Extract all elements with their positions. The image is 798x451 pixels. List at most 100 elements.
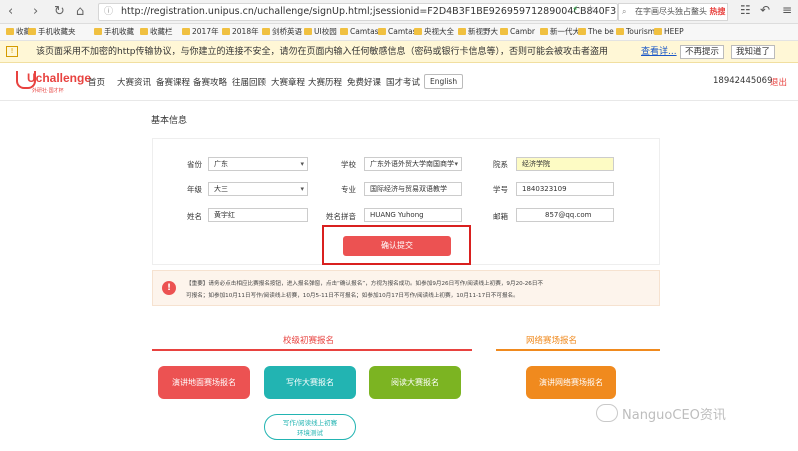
user-phone: 18942445069 bbox=[713, 76, 773, 86]
nav-home[interactable]: 首页 bbox=[88, 76, 105, 88]
bookmark-item[interactable]: 新一代大 bbox=[540, 24, 580, 40]
nav-free-courses[interactable]: 免费好课 bbox=[347, 76, 381, 88]
bookmark-item[interactable]: Tourism bbox=[616, 24, 655, 40]
bookmark-item[interactable]: 收藏栏 bbox=[140, 24, 173, 40]
lightning-icon[interactable]: ⚡ bbox=[572, 5, 578, 15]
bookmark-label: Camtas bbox=[388, 27, 417, 36]
warning-text: 该页面采用不加密的http传输协议，与你建立的连接不安全，请勿在页面内输入任何敏… bbox=[36, 47, 608, 57]
college-input[interactable]: 经济学院 bbox=[516, 157, 614, 171]
url-text: http://registration.unipus.cn/uchallenge… bbox=[121, 6, 617, 17]
nav-news[interactable]: 大赛资讯 bbox=[117, 76, 151, 88]
nav-strategy[interactable]: 备赛攻略 bbox=[193, 76, 227, 88]
environment-test-button[interactable]: 写作/阅读线上初赛 环境测试 bbox=[264, 414, 356, 440]
menu-icon[interactable]: ≡ bbox=[782, 3, 792, 17]
insecure-warning-bar: ! 该页面采用不加密的http传输协议，与你建立的连接不安全，请勿在页面内输入任… bbox=[0, 41, 798, 63]
hot-tag: 热搜 bbox=[709, 7, 726, 16]
forward-icon[interactable]: › bbox=[33, 4, 38, 20]
bookmark-label: 新视野大 bbox=[468, 27, 498, 36]
pinyin-input[interactable]: HUANG Yuhong bbox=[364, 208, 462, 222]
home-icon[interactable]: ⌂ bbox=[76, 4, 84, 20]
student-id-label: 学号 bbox=[493, 185, 508, 194]
school-select[interactable]: 广东外语外贸大学南国商学 bbox=[364, 157, 462, 171]
nav-rules[interactable]: 大赛章程 bbox=[271, 76, 305, 88]
bookmark-item[interactable]: UI校园 bbox=[304, 24, 337, 40]
bookmark-item[interactable]: 新视野大 bbox=[458, 24, 498, 40]
bookmark-item[interactable]: 2017年 bbox=[182, 24, 219, 40]
bookmark-item[interactable]: 手机收藏 bbox=[94, 24, 134, 40]
college-label: 院系 bbox=[493, 160, 508, 169]
english-button[interactable]: English bbox=[424, 74, 464, 89]
bookmark-label: 手机收藏 bbox=[104, 27, 134, 36]
major-label: 专业 bbox=[341, 185, 356, 194]
folder-icon bbox=[182, 28, 190, 35]
notice-line-2: 可报名；如参加10月11日写作/阅读线上初赛，10月5-11日不可报名；如参加1… bbox=[186, 293, 519, 299]
folder-icon bbox=[616, 28, 624, 35]
confirm-submit-button[interactable]: 确认提交 bbox=[343, 236, 451, 256]
star-icon[interactable]: ☆ bbox=[586, 4, 595, 15]
folder-icon bbox=[94, 28, 102, 35]
address-bar[interactable]: ⓘ http://registration.unipus.cn/uchallen… bbox=[98, 3, 618, 21]
logo-text[interactable]: Uchallenge bbox=[27, 71, 91, 85]
bookmark-label: 2018年 bbox=[232, 27, 259, 36]
bookmark-item[interactable]: 剑桥英语 bbox=[262, 24, 302, 40]
test-button-line-1: 写作/阅读线上初赛 bbox=[282, 419, 338, 427]
site-header: Uchallenge 外研社·国才杯 首页 大赛资讯 备赛课程 备赛攻略 往届回… bbox=[0, 63, 798, 101]
bookmark-item[interactable]: Cambr bbox=[500, 24, 535, 40]
grade-select[interactable]: 大三 bbox=[208, 182, 308, 196]
nav-exam[interactable]: 国才考试 bbox=[386, 76, 420, 88]
notice-box: ! 【重要】请务必点击相应比赛报名按钮，进入报名弹窗，点击“确认报名”，方视为报… bbox=[152, 270, 660, 306]
alert-icon: ! bbox=[162, 281, 176, 295]
province-select[interactable]: 广东 bbox=[208, 157, 308, 171]
bookmark-item[interactable]: 手机收藏夹 bbox=[28, 24, 76, 40]
name-label: 姓名 bbox=[187, 212, 202, 221]
bookmark-item[interactable]: HEEP bbox=[654, 24, 684, 40]
speech-ground-signup-button[interactable]: 演讲地面赛场报名 bbox=[158, 366, 250, 399]
bookmark-label: 新一代大 bbox=[550, 27, 580, 36]
folder-icon bbox=[262, 28, 270, 35]
got-it-button[interactable]: 我知道了 bbox=[731, 45, 776, 59]
bookmark-item[interactable]: Camtas bbox=[378, 24, 417, 40]
test-button-line-2: 环境测试 bbox=[297, 429, 323, 437]
search-input[interactable]: ⌕ 在字画尽头独占鳌头 热搜 bbox=[618, 3, 728, 21]
bookmark-label: The be bbox=[588, 27, 614, 36]
back-icon[interactable]: ‹ bbox=[8, 4, 13, 20]
student-id-input[interactable]: 1840323109 bbox=[516, 182, 614, 196]
writing-signup-button[interactable]: 写作大赛报名 bbox=[264, 366, 356, 399]
online-section-divider bbox=[496, 349, 660, 351]
undo-icon[interactable]: ↶ bbox=[760, 3, 770, 17]
dont-remind-button[interactable]: 不再提示 bbox=[680, 45, 725, 59]
major-input[interactable]: 国际经济与贸易双语教学 bbox=[364, 182, 462, 196]
bookmark-label: 剑桥英语 bbox=[272, 27, 302, 36]
search-icon: ⌕ bbox=[622, 7, 627, 16]
reading-signup-button[interactable]: 阅读大赛报名 bbox=[369, 366, 461, 399]
bookmark-item[interactable]: 2018年 bbox=[222, 24, 259, 40]
folder-icon bbox=[500, 28, 508, 35]
nav-history[interactable]: 大赛历程 bbox=[308, 76, 342, 88]
folder-icon bbox=[304, 28, 312, 35]
reload-icon[interactable]: ↻ bbox=[54, 4, 65, 20]
wechat-icon bbox=[596, 404, 618, 422]
bookmark-item[interactable]: 央视大全 bbox=[414, 24, 454, 40]
speech-online-signup-button[interactable]: 演讲网络赛场报名 bbox=[526, 366, 616, 399]
folder-icon bbox=[654, 28, 662, 35]
nav-review[interactable]: 往届回顾 bbox=[232, 76, 266, 88]
folder-icon bbox=[340, 28, 348, 35]
bookmark-item[interactable]: The be bbox=[578, 24, 614, 40]
nav-courses[interactable]: 备赛课程 bbox=[156, 76, 190, 88]
online-section-title: 网络赛场报名 bbox=[526, 336, 578, 346]
folder-icon bbox=[414, 28, 422, 35]
school-label: 学校 bbox=[341, 160, 356, 169]
email-input[interactable]: 857@qq.com bbox=[516, 208, 614, 222]
name-input[interactable]: 黄宇红 bbox=[208, 208, 308, 222]
folder-icon bbox=[578, 28, 586, 35]
bookmark-item[interactable]: Camtas bbox=[340, 24, 379, 40]
bookmark-label: 收藏栏 bbox=[150, 27, 173, 36]
folder-icon bbox=[222, 28, 230, 35]
grade-label: 年级 bbox=[187, 185, 202, 194]
email-label: 邮箱 bbox=[493, 212, 508, 221]
apps-icon[interactable]: ☷ bbox=[740, 3, 751, 17]
folder-icon bbox=[140, 28, 148, 35]
school-section-title: 校级初赛报名 bbox=[283, 336, 335, 346]
warning-details-link[interactable]: 查看详... bbox=[641, 41, 677, 63]
logout-link[interactable]: 退出 bbox=[770, 76, 787, 88]
